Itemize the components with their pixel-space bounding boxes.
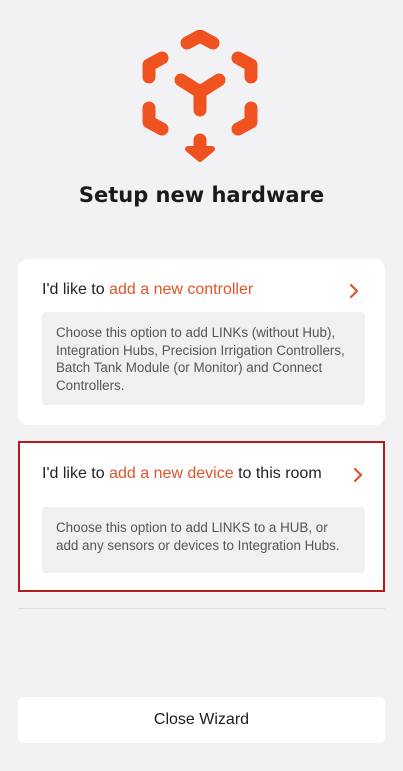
add-device-heading: I'd like to add a new device to this roo… [42,465,365,487]
heading-prefix: I'd like to [42,281,110,298]
hardware-cube-logo [142,30,258,162]
page-title: Setup new hardware [78,183,325,207]
heading-prefix: I'd like to [42,465,110,482]
heading-suffix: to this room [233,465,322,482]
add-device-link[interactable]: add a new device [109,465,234,482]
divider [18,608,385,609]
add-controller-description: Choose this option to add LINKs (without… [42,312,365,405]
add-controller-option[interactable]: I'd like to add a new controller Choose … [18,259,385,425]
close-wizard-button[interactable]: Close Wizard [18,697,385,743]
add-device-description: Choose this option to add LINKS to a HUB… [42,507,365,573]
chevron-right-icon[interactable] [351,466,365,484]
add-device-option[interactable]: I'd like to add a new device to this roo… [18,441,385,592]
chevron-right-icon[interactable] [347,282,361,300]
add-controller-link[interactable]: add a new controller [109,281,253,298]
add-controller-heading: I'd like to add a new controller [42,281,361,303]
